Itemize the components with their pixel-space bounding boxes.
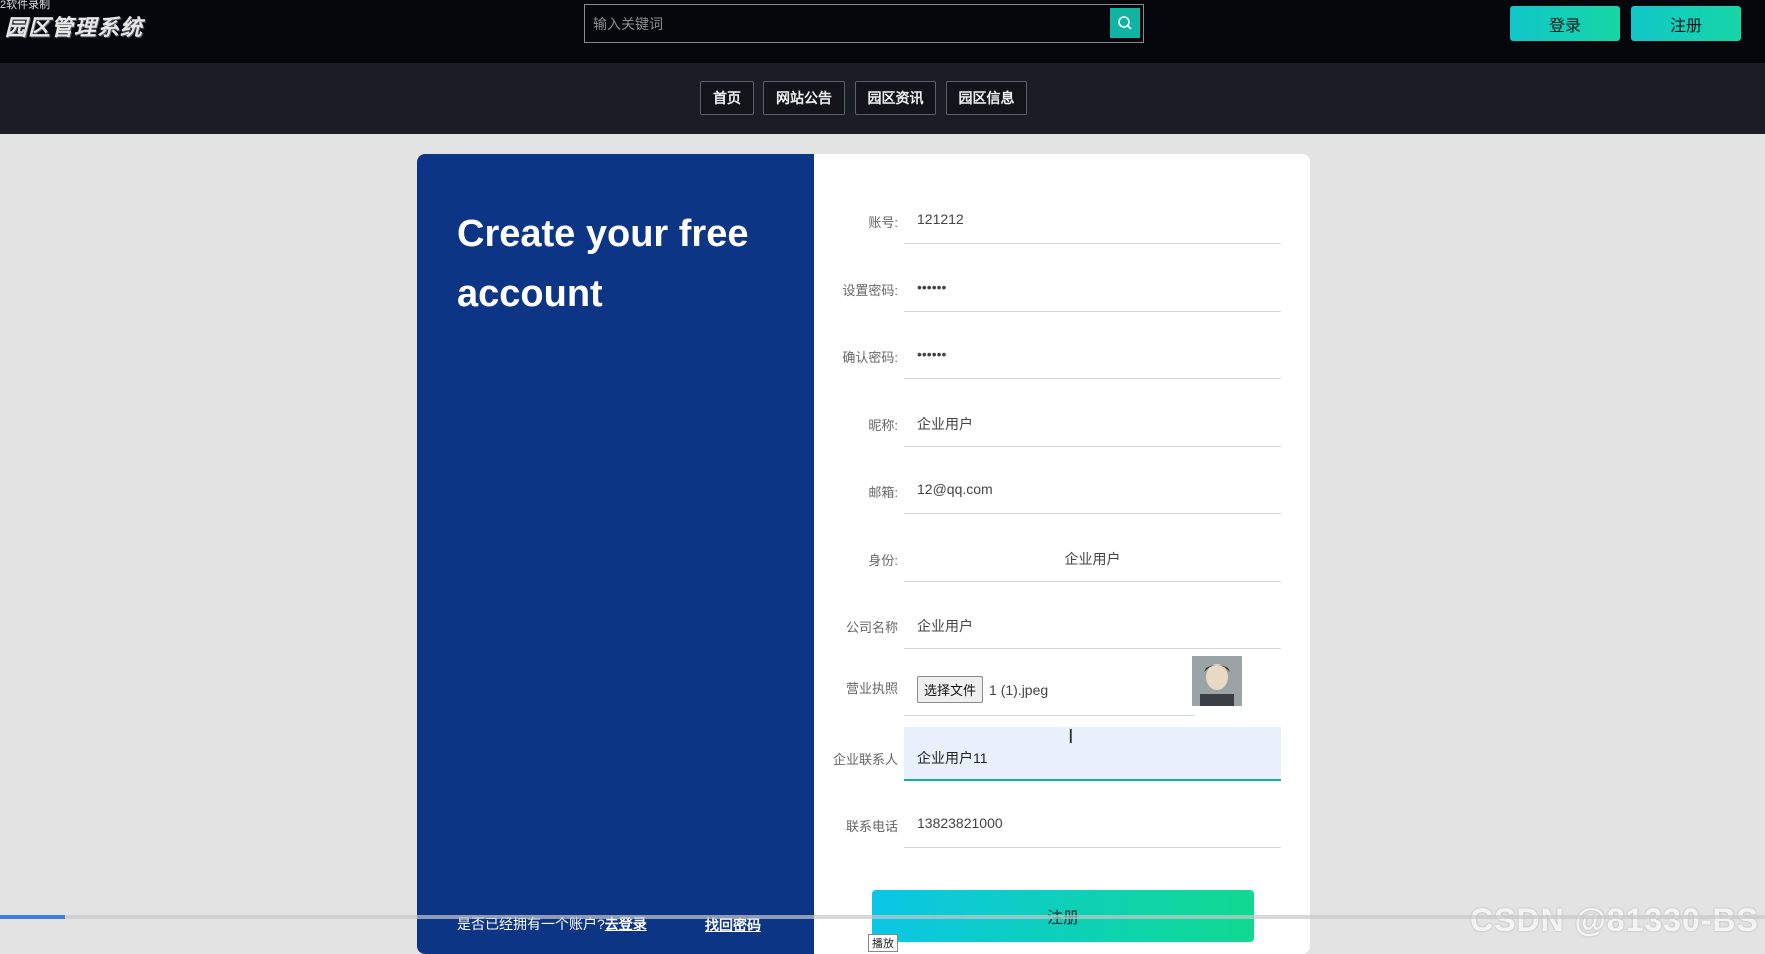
password-input[interactable]: •••••• (904, 258, 1281, 312)
confirm-password-input[interactable]: •••••• (904, 325, 1281, 379)
license-preview-image (1192, 656, 1242, 706)
contact-person-input[interactable]: 企业用户11 (904, 727, 1281, 781)
field-label: 邮箱: (868, 485, 898, 500)
nav-item-announcements[interactable]: 网站公告 (763, 81, 845, 115)
field-label: 设置密码: (842, 283, 898, 298)
email-input[interactable]: 12@qq.com (904, 460, 1281, 514)
watermark: CSDN @81330-BS (1470, 902, 1759, 938)
account-input[interactable]: 121212 (904, 190, 1281, 244)
register-hero-panel: Create your free account 是否已经拥有一个账户?去登录 … (417, 154, 814, 954)
video-progress-bar[interactable] (0, 915, 1765, 919)
search-input[interactable] (585, 5, 1105, 42)
field-label: 企业联系人 (832, 752, 898, 767)
register-button[interactable]: 注册 (1631, 6, 1741, 41)
field-label: 昵称: (868, 418, 898, 433)
form-row-password: 设置密码: •••••• (814, 258, 1310, 326)
main-nav: 首页 网站公告 园区资讯 园区信息 (0, 63, 1765, 134)
login-button[interactable]: 登录 (1510, 6, 1620, 41)
field-label: 公司名称 (845, 620, 898, 635)
nickname-input[interactable]: 企业用户 (904, 393, 1281, 447)
search-icon (1118, 16, 1132, 30)
field-label: 联系电话 (845, 819, 898, 834)
company-name-input[interactable]: 企业用户 (904, 595, 1281, 649)
top-header: 2软件录制 园区管理系统 登录 注册 (0, 0, 1765, 63)
phone-input[interactable]: 13823821000 (904, 794, 1281, 848)
search-button[interactable] (1110, 8, 1140, 38)
form-row-nickname: 昵称: 企业用户 (814, 393, 1310, 461)
form-row-role: 身份: 企业用户 (814, 528, 1310, 596)
nav-item-home[interactable]: 首页 (700, 81, 754, 115)
field-label: 身份: (868, 553, 898, 568)
choose-file-button[interactable]: 选择文件 (917, 676, 984, 703)
play-tooltip: 播放 (868, 934, 898, 952)
form-row-contact-person: 企业联系人 企业用户11 (814, 727, 1310, 795)
search-box (584, 4, 1144, 43)
form-row-account: 账号: 121212 (814, 190, 1310, 258)
form-row-phone: 联系电话 13823821000 (814, 794, 1310, 862)
nav-item-park-info[interactable]: 园区信息 (946, 81, 1027, 115)
form-row-email: 邮箱: 12@qq.com (814, 460, 1310, 528)
business-license-upload: 选择文件 1 (1).jpeg (904, 656, 1194, 716)
form-row-confirm-password: 确认密码: •••••• (814, 325, 1310, 393)
nav-item-news[interactable]: 园区资讯 (855, 81, 936, 115)
field-label: 营业执照 (845, 681, 898, 696)
site-logo[interactable]: 园区管理系统 (5, 10, 143, 42)
field-label: 确认密码: (842, 350, 898, 365)
text-cursor-icon: I (1068, 726, 1074, 748)
avatar-icon (1192, 656, 1242, 706)
form-row-company-name: 公司名称 企业用户 (814, 595, 1310, 663)
selected-file-name: 1 (1).jpeg (989, 682, 1049, 698)
role-select[interactable]: 企业用户 (904, 528, 1281, 582)
page-title: Create your free account (457, 213, 749, 315)
video-progress-fill (0, 915, 65, 919)
field-label: 账号: (868, 215, 898, 230)
register-card: Create your free account 是否已经拥有一个账户?去登录 … (417, 154, 1310, 954)
